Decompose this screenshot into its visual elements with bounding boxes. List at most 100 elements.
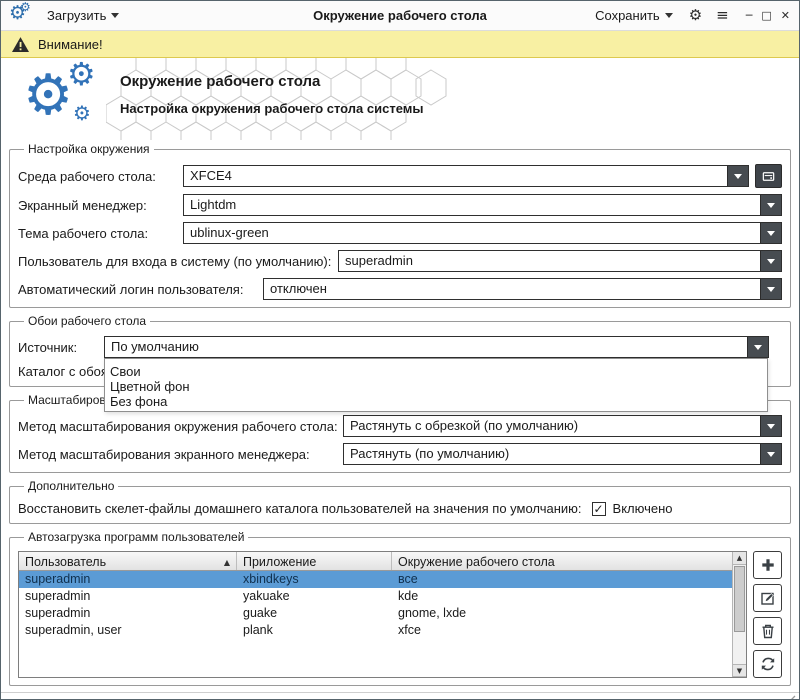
de-scaling-method-label: Метод масштабирования окружения рабочего… <box>18 419 343 434</box>
autologin-select[interactable]: отключен <box>263 278 782 300</box>
chevron-down-icon <box>665 13 673 18</box>
table-row[interactable]: superadmin xbindkeys все <box>19 571 732 588</box>
column-header-environment[interactable]: Окружение рабочего стола <box>392 552 732 570</box>
load-button[interactable]: Загрузить <box>43 5 123 26</box>
row-de-scaling-method: Метод масштабирования окружения рабочего… <box>18 415 782 437</box>
resize-grip[interactable] <box>784 695 796 700</box>
desktop-theme-label: Тема рабочего стола: <box>18 226 183 241</box>
row-restore-skel: Восстановить скелет-файлы домашнего ката… <box>18 501 782 516</box>
wallpaper-source-select[interactable]: По умолчанию Свои Цветной фон Без фона <box>104 336 769 358</box>
desktop-theme-select[interactable]: ublinux-green <box>183 222 782 244</box>
group-autostart-legend: Автозагрузка программ пользователей <box>24 530 248 544</box>
chevron-down-icon[interactable] <box>727 166 748 186</box>
drive-icon <box>760 169 777 184</box>
warning-triangle-icon <box>12 37 29 52</box>
checkmark-icon: ✓ <box>594 503 604 515</box>
display-manager-select[interactable]: Lightdm <box>183 194 782 216</box>
cell-user: superadmin <box>19 588 237 605</box>
main-form: Настройка окружения Среда рабочего стола… <box>1 140 799 692</box>
settings-gear-icon[interactable]: ⚙ <box>687 8 704 23</box>
table-row[interactable]: superadmin, user plank xfce <box>19 622 732 639</box>
table-header-row: Пользователь ▲ Приложение Окружение рабо… <box>19 552 732 571</box>
close-button[interactable]: ✕ <box>780 9 791 22</box>
wallpaper-source-label: Источник: <box>18 340 104 355</box>
cell-env: kde <box>392 588 732 605</box>
scrollbar-thumb[interactable] <box>734 566 745 632</box>
dm-scaling-method-select[interactable]: Растянуть (по умолчанию) <box>343 443 782 465</box>
package-manager-button[interactable] <box>755 164 782 188</box>
save-button-label: Сохранить <box>595 8 660 23</box>
table-scrollbar[interactable]: ▲ ▼ <box>732 552 746 677</box>
save-button[interactable]: Сохранить <box>591 5 677 26</box>
cell-app: xbindkeys <box>237 571 392 588</box>
maximize-button[interactable]: □ <box>760 9 772 22</box>
hero-header: ⚙ ⚙ ⚙ Окружение рабочего стола Настройка… <box>1 58 799 140</box>
group-additional-legend: Дополнительно <box>24 479 118 493</box>
chevron-down-icon[interactable] <box>760 444 781 464</box>
refresh-button[interactable] <box>753 650 782 678</box>
wallpaper-source-dropdown: Свои Цветной фон Без фона <box>104 358 768 412</box>
scrollbar-track[interactable] <box>733 565 746 664</box>
combo-value: ublinux-green <box>184 223 760 243</box>
page-title: Окружение рабочего стола <box>120 73 320 90</box>
scroll-up-icon[interactable]: ▲ <box>733 552 746 565</box>
group-wallpaper-legend: Обои рабочего стола <box>24 314 150 328</box>
group-autostart: Автозагрузка программ пользователей Поль… <box>9 530 791 686</box>
edit-pencil-icon <box>760 590 776 606</box>
chevron-down-icon[interactable] <box>747 337 768 357</box>
column-header-user[interactable]: Пользователь ▲ <box>19 552 237 570</box>
cell-user: superadmin <box>19 571 237 588</box>
plus-icon <box>760 557 776 573</box>
chevron-down-icon[interactable] <box>760 251 781 271</box>
chevron-down-icon[interactable] <box>760 223 781 243</box>
combo-value: Lightdm <box>184 195 760 215</box>
row-display-manager: Экранный менеджер: Lightdm <box>18 194 782 216</box>
warning-text: Внимание! <box>38 37 103 52</box>
scroll-down-icon[interactable]: ▼ <box>733 664 746 677</box>
trash-icon <box>760 623 776 639</box>
combo-value: XFCE4 <box>184 166 727 186</box>
dropdown-option-custom[interactable]: Свои <box>105 364 767 379</box>
table-toolbar <box>753 551 782 678</box>
cell-app: guake <box>237 605 392 622</box>
minimize-button[interactable]: ─ <box>745 9 754 22</box>
cell-user: superadmin, user <box>19 622 237 639</box>
app-logo-gears-icon: ⚙ ⚙ ⚙ <box>23 64 109 134</box>
default-login-user-select[interactable]: superadmin <box>338 250 782 272</box>
table-row[interactable]: superadmin yakuake kde <box>19 588 732 605</box>
cell-env: gnome, lxde <box>392 605 732 622</box>
refresh-icon <box>760 656 776 672</box>
add-entry-button[interactable] <box>753 551 782 579</box>
chevron-down-icon <box>111 13 119 18</box>
sort-asc-icon: ▲ <box>218 558 230 567</box>
chevron-down-icon[interactable] <box>760 416 781 436</box>
row-desktop-theme: Тема рабочего стола: ublinux-green <box>18 222 782 244</box>
cell-env: все <box>392 571 732 588</box>
hamburger-menu-icon[interactable]: ≡ <box>714 8 731 23</box>
combo-value: superadmin <box>339 251 760 271</box>
desktop-environment-label: Среда рабочего стола: <box>18 169 183 184</box>
group-environment-legend: Настройка окружения <box>24 142 154 156</box>
default-login-user-label: Пользователь для входа в систему (по умо… <box>18 254 338 269</box>
chevron-down-icon[interactable] <box>760 195 781 215</box>
table-empty-area <box>19 639 732 677</box>
column-header-application[interactable]: Приложение <box>237 552 392 570</box>
app-window: Окружение рабочего стола ⚙ ⚙ Загрузить С… <box>0 0 800 700</box>
load-button-label: Загрузить <box>47 8 106 23</box>
cell-env: xfce <box>392 622 732 639</box>
checkbox-state-label: Включено <box>613 501 673 516</box>
combo-value: отключен <box>264 279 760 299</box>
chevron-down-icon[interactable] <box>760 279 781 299</box>
row-desktop-environment: Среда рабочего стола: XFCE4 <box>18 164 782 188</box>
desktop-environment-select[interactable]: XFCE4 <box>183 165 749 187</box>
de-scaling-method-select[interactable]: Растянуть с обрезкой (по умолчанию) <box>343 415 782 437</box>
edit-entry-button[interactable] <box>753 584 782 612</box>
table-row[interactable]: superadmin guake gnome, lxde <box>19 605 732 622</box>
group-additional: Дополнительно Восстановить скелет-файлы … <box>9 479 791 524</box>
dropdown-option-color[interactable]: Цветной фон <box>105 379 767 394</box>
delete-entry-button[interactable] <box>753 617 782 645</box>
hexagon-pattern <box>106 58 451 140</box>
dropdown-option-none[interactable]: Без фона <box>105 394 767 409</box>
restore-skel-checkbox[interactable]: ✓ <box>592 502 606 516</box>
warning-banner: Внимание! <box>1 31 799 58</box>
